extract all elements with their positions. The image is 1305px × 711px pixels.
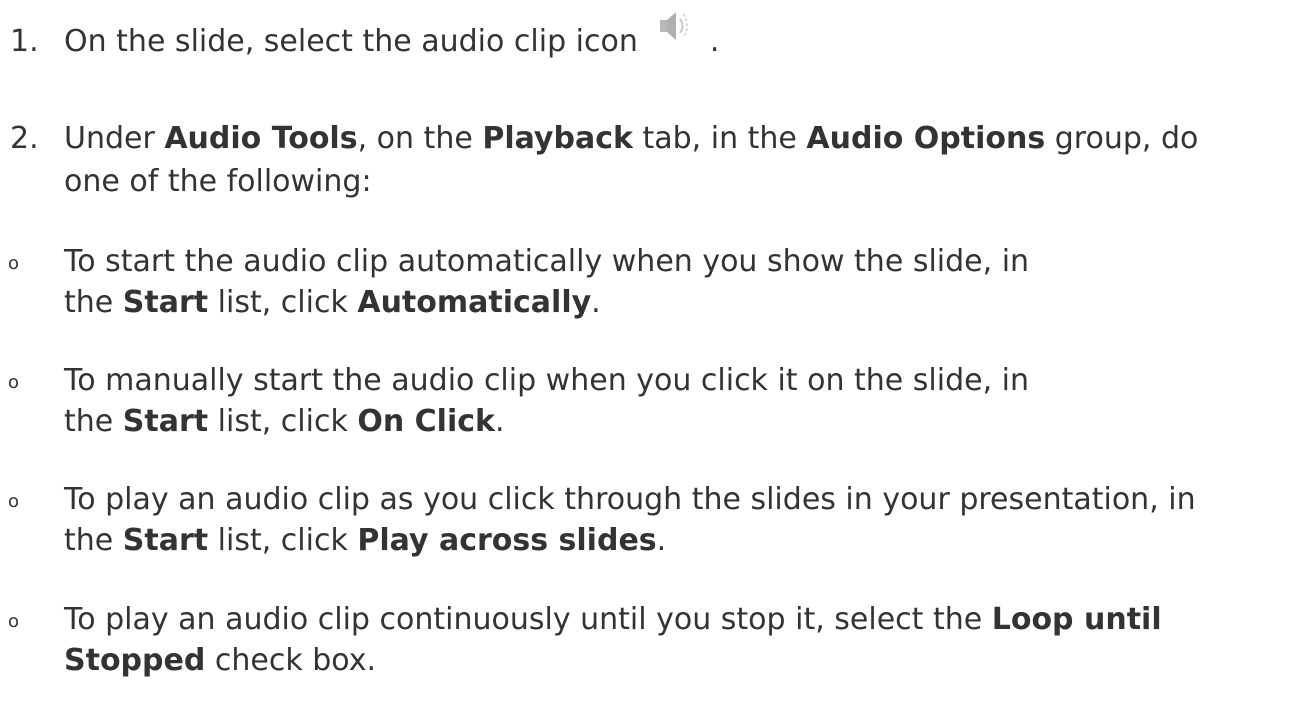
option-2-text: To manually start the audio clip when yo… bbox=[64, 363, 1029, 398]
option-4-check-box: check box. bbox=[205, 643, 376, 678]
step-2-bold-audio-options: Audio Options bbox=[806, 121, 1046, 156]
option-4-bold-loop-until: Loop until bbox=[991, 602, 1162, 637]
option-1-bold-start: Start bbox=[122, 285, 209, 320]
option-4-bold-stopped: Stopped bbox=[64, 643, 206, 678]
option-1-the: the bbox=[64, 285, 123, 320]
bullet-icon: o bbox=[8, 491, 20, 512]
option-1-line-2: the Start list, click Automatically. bbox=[64, 284, 601, 322]
step-1-text: On the slide, select the audio clip icon bbox=[64, 24, 638, 59]
option-3-bold-play-across-slides: Play across slides bbox=[357, 523, 657, 558]
option-3-bold-start: Start bbox=[122, 523, 209, 558]
option-4-line-2: Stopped check box. bbox=[64, 642, 376, 680]
step-2-text-b: , on the bbox=[357, 121, 483, 156]
option-3-line-2: the Start list, click Play across slides… bbox=[64, 522, 666, 560]
step-2-text-d: group, do bbox=[1045, 121, 1199, 156]
bullet-icon: o bbox=[8, 253, 20, 274]
option-2-bold-start: Start bbox=[122, 404, 209, 439]
step-1-number: 1. bbox=[10, 24, 39, 59]
option-2-period: . bbox=[494, 404, 505, 439]
step-2-line-2: one of the following: bbox=[64, 164, 372, 199]
option-3-period: . bbox=[656, 523, 667, 558]
step-2-line-1: 2. Under Audio Tools, on the Playback tab… bbox=[10, 120, 1198, 158]
step-2-text-c: tab, in the bbox=[632, 121, 807, 156]
option-1-text: To start the audio clip automatically wh… bbox=[64, 244, 1030, 279]
option-1-list-click: list, click bbox=[208, 285, 358, 320]
option-3-text: To play an audio clip as you click throu… bbox=[64, 482, 1196, 517]
option-1-line-1: o To start the audio clip automatically w… bbox=[0, 243, 1029, 281]
step-2-number: 2. bbox=[10, 121, 39, 156]
instructions-document: 1. On the slide, select the audio clip ic… bbox=[0, 0, 1305, 711]
step-1: 1. On the slide, select the audio clip ic… bbox=[10, 12, 720, 61]
step-2-bold-playback: Playback bbox=[482, 121, 633, 156]
option-4-line-1: o To play an audio clip continuously unti… bbox=[0, 601, 1162, 639]
option-2-the: the bbox=[64, 404, 123, 439]
speaker-icon bbox=[652, 5, 696, 49]
step-2-bold-audio-tools: Audio Tools bbox=[164, 121, 358, 156]
option-1-bold-automatically: Automatically bbox=[357, 285, 592, 320]
option-1-period: . bbox=[591, 285, 601, 320]
option-2-bold-on-click: On Click bbox=[357, 404, 495, 439]
option-3-list-click: list, click bbox=[208, 523, 358, 558]
bullet-icon: o bbox=[8, 611, 20, 632]
step-1-period: . bbox=[709, 24, 720, 59]
step-2-text-a: Under bbox=[64, 121, 165, 156]
option-2-line-2: the Start list, click On Click. bbox=[64, 403, 505, 441]
option-3-line-1: o To play an audio clip as you click thro… bbox=[0, 481, 1196, 519]
option-2-list-click: list, click bbox=[208, 404, 358, 439]
option-2-line-1: o To manually start the audio clip when y… bbox=[0, 362, 1029, 400]
bullet-icon: o bbox=[8, 372, 20, 393]
option-3-the: the bbox=[64, 523, 123, 558]
option-4-text: To play an audio clip continuously until… bbox=[64, 602, 992, 637]
